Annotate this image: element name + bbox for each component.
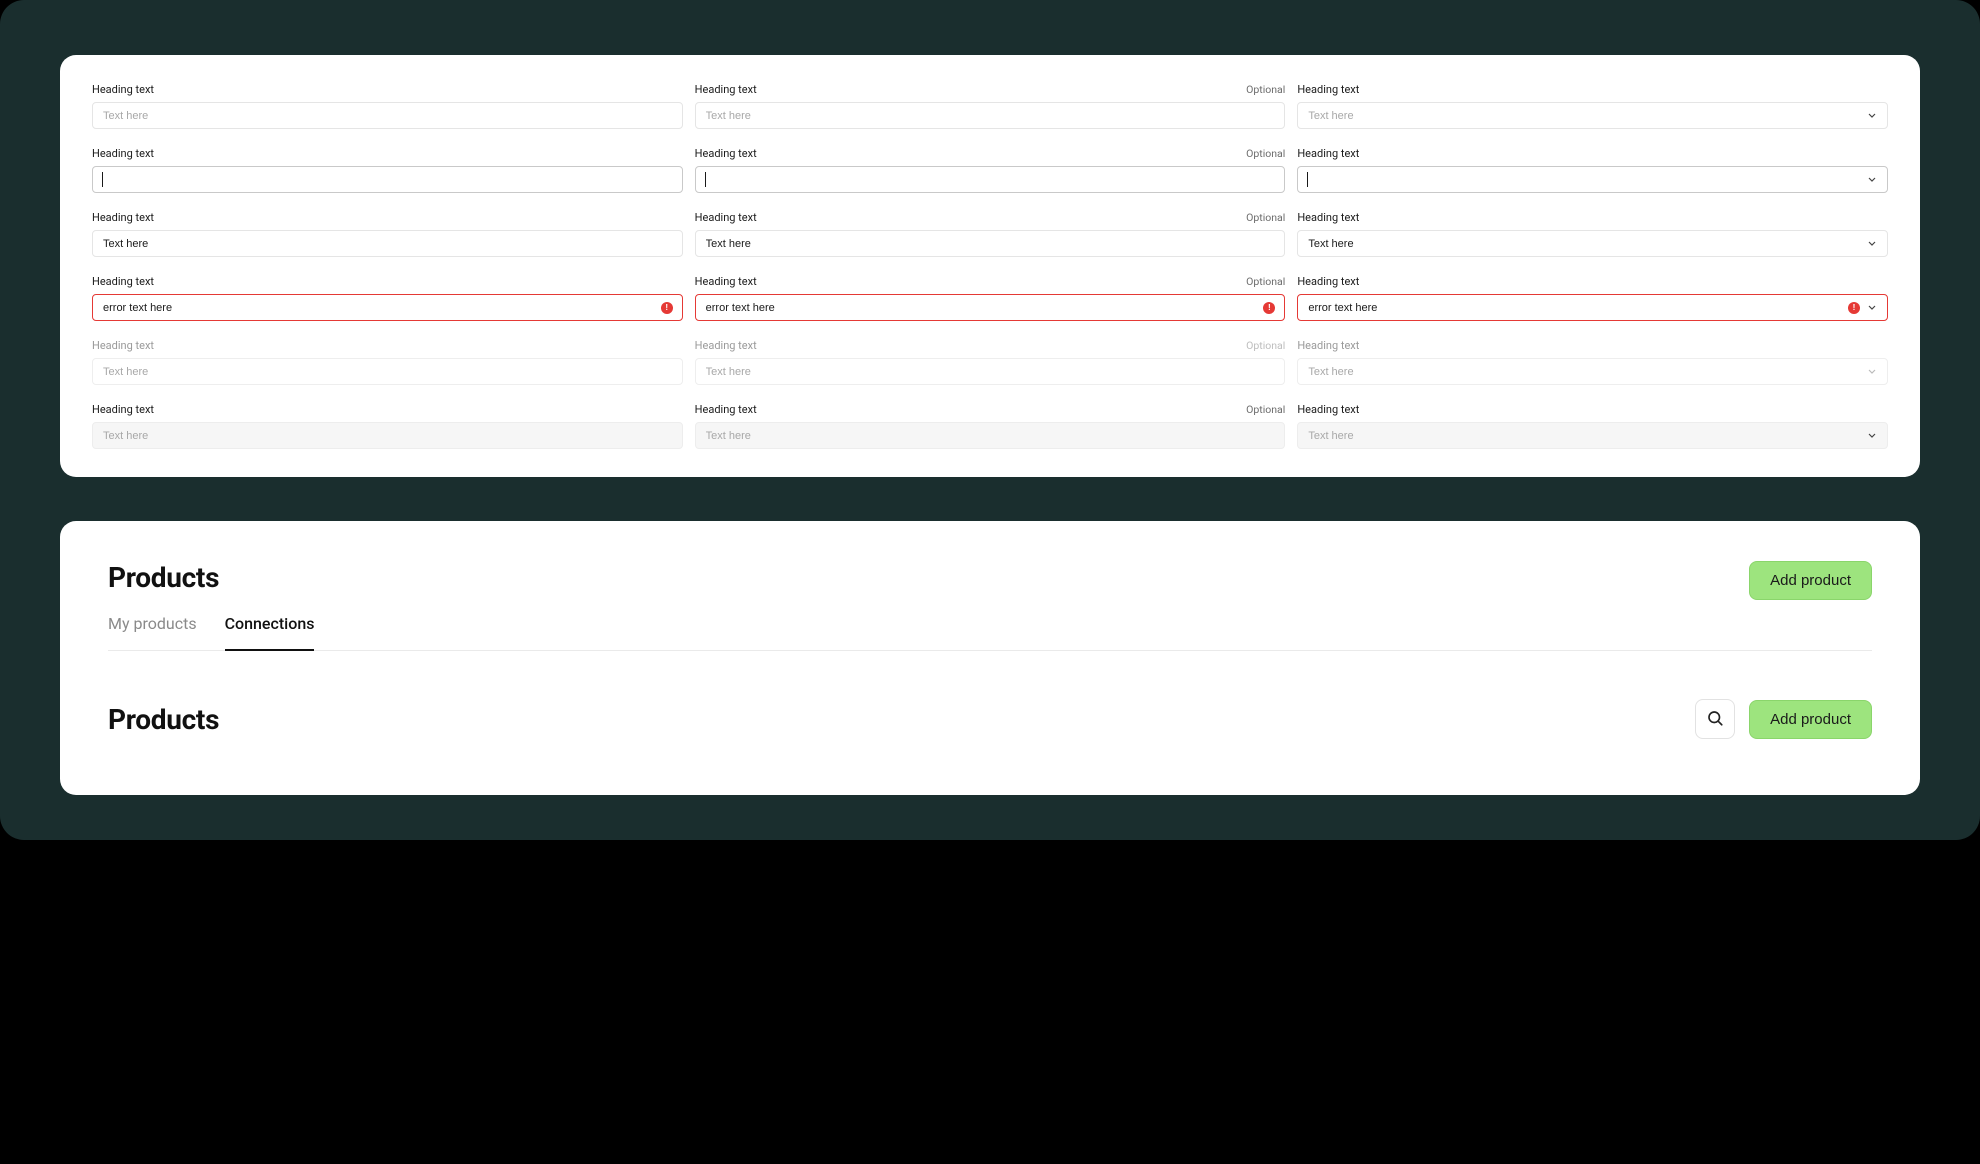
form-row: Heading text Heading text Optional Headi… xyxy=(92,147,1888,193)
form-row: Heading text ! Heading text Optional ! H… xyxy=(92,275,1888,321)
field-label: Heading text xyxy=(1297,147,1359,160)
select-input xyxy=(1297,358,1888,385)
field-label: Heading text xyxy=(1297,83,1359,96)
text-input xyxy=(92,358,683,385)
text-input[interactable] xyxy=(695,230,1286,257)
select-input[interactable] xyxy=(1297,166,1888,193)
add-product-button[interactable]: Add product xyxy=(1749,561,1872,600)
field-label: Heading text xyxy=(695,211,757,224)
field-label: Heading text xyxy=(92,147,154,160)
text-input[interactable] xyxy=(695,102,1286,129)
field-label: Heading text xyxy=(695,403,757,416)
text-input[interactable] xyxy=(695,294,1286,321)
field-label: Heading text xyxy=(695,83,757,96)
text-input[interactable] xyxy=(92,102,683,129)
form-row: Heading text Heading text Optional Headi… xyxy=(92,83,1888,129)
error-icon: ! xyxy=(661,302,673,314)
error-icon: ! xyxy=(1848,302,1860,314)
optional-label: Optional xyxy=(1246,275,1285,288)
tabs: My products Connections xyxy=(108,614,1872,651)
page-title: Products xyxy=(108,703,219,736)
field-label: Heading text xyxy=(92,403,154,416)
optional-label: Optional xyxy=(1246,147,1285,160)
optional-label: Optional xyxy=(1246,403,1285,416)
field-label: Heading text xyxy=(92,275,154,288)
field-label: Heading text xyxy=(1297,275,1359,288)
select-input[interactable] xyxy=(1297,230,1888,257)
text-input[interactable] xyxy=(92,230,683,257)
field-label: Heading text xyxy=(1297,403,1359,416)
text-input xyxy=(695,358,1286,385)
field-label: Heading text xyxy=(1297,339,1359,352)
tab-my-products[interactable]: My products xyxy=(108,614,197,651)
optional-label: Optional xyxy=(1246,211,1285,224)
text-input[interactable] xyxy=(92,294,683,321)
optional-label: Optional xyxy=(1246,339,1285,352)
page-title: Products xyxy=(108,561,219,594)
select-input[interactable] xyxy=(1297,294,1888,321)
field-label: Heading text xyxy=(92,339,154,352)
field-label: Heading text xyxy=(1297,211,1359,224)
error-icon: ! xyxy=(1263,302,1275,314)
text-input xyxy=(695,422,1286,449)
form-row: Heading text Heading text Optional Headi… xyxy=(92,339,1888,385)
tab-connections[interactable]: Connections xyxy=(225,614,315,651)
text-input[interactable] xyxy=(695,166,1286,193)
field-label: Heading text xyxy=(695,275,757,288)
select-input[interactable] xyxy=(1297,102,1888,129)
search-button[interactable] xyxy=(1695,699,1735,739)
search-icon xyxy=(1706,709,1724,730)
field-label: Heading text xyxy=(92,211,154,224)
text-input xyxy=(92,422,683,449)
text-input[interactable] xyxy=(92,166,683,193)
field-label: Heading text xyxy=(695,339,757,352)
optional-label: Optional xyxy=(1246,83,1285,96)
form-row: Heading text Heading text Optional Headi… xyxy=(92,403,1888,449)
field-label: Heading text xyxy=(92,83,154,96)
add-product-button[interactable]: Add product xyxy=(1749,700,1872,739)
form-row: Heading text Heading text Optional Headi… xyxy=(92,211,1888,257)
form-panel: Heading text Heading text Optional Headi… xyxy=(60,55,1920,477)
select-input xyxy=(1297,422,1888,449)
field-label: Heading text xyxy=(695,147,757,160)
products-panel: Products Add product My products Connect… xyxy=(60,521,1920,795)
